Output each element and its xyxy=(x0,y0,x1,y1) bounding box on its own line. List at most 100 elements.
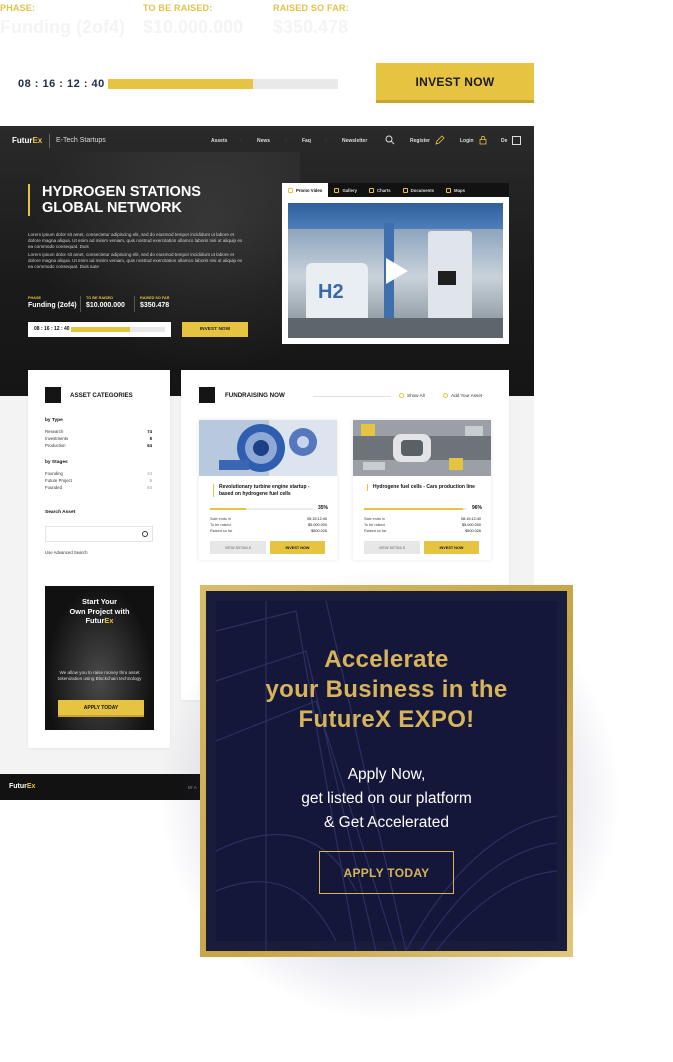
project-title: Revolutionary turbine engine startup - b… xyxy=(213,484,325,497)
hero-phase: PHASE Funding (2of4) xyxy=(28,296,77,309)
tab-maps[interactable]: Maps xyxy=(440,183,471,197)
eye-icon xyxy=(399,393,404,398)
nav-dot: · xyxy=(285,138,287,144)
category-row[interactable]: Investments 8 xyxy=(45,436,152,441)
project-invest-button[interactable]: INVEST NOW xyxy=(270,541,325,554)
login-link[interactable]: Login xyxy=(460,138,474,144)
hero-progress-fill xyxy=(71,327,131,332)
gallery-icon xyxy=(334,187,340,193)
station-canopy xyxy=(288,203,503,229)
language-switch[interactable]: De xyxy=(501,138,507,144)
nav-newsletter[interactable]: Newsletter xyxy=(342,138,367,144)
play-icon[interactable] xyxy=(386,258,408,284)
asset-categories-card: ASSET CATEGORIES by Type Research 74 Inve… xyxy=(28,370,170,748)
tab-charts[interactable]: Charts xyxy=(363,183,397,197)
category-row[interactable]: Founding 24 xyxy=(45,471,152,476)
search-icon[interactable] xyxy=(142,531,148,537)
car-production-image xyxy=(353,420,491,476)
project-card[interactable]: Hydrogene fuel cells - Cars production l… xyxy=(353,420,491,560)
project-card[interactable]: Revolutionary turbine engine startup - b… xyxy=(199,420,337,560)
category-row[interactable]: Founded 64 xyxy=(45,485,152,490)
funding-progress-bar xyxy=(108,79,338,89)
map-icon xyxy=(446,187,452,193)
media-tabs: Promo Video Gallery Charts Documents Map… xyxy=(282,183,509,197)
nav-dot: · xyxy=(325,138,327,144)
project-progress-fill xyxy=(210,508,247,510)
nav-dot: · xyxy=(240,138,242,144)
hero-title: HYDROGEN STATIONS GLOBAL NETWORK xyxy=(28,184,258,216)
list-icon xyxy=(45,387,61,403)
tab-promo-video[interactable]: Promo Video xyxy=(282,183,329,197)
hero-invest-button[interactable]: INVEST NOW xyxy=(182,322,248,337)
project-progress-bar xyxy=(210,508,313,510)
promo-apply-button[interactable]: APPLY TODAY xyxy=(58,700,144,717)
view-details-button[interactable]: VIEW DETAILS xyxy=(210,541,266,554)
invest-now-button[interactable]: INVEST NOW xyxy=(376,63,534,103)
project-progress-bar xyxy=(364,508,467,510)
by-stages-heading: by Stages xyxy=(45,460,68,465)
expo-text: Apply Now, get listed on our platform & … xyxy=(301,766,472,831)
raised-so-far-value: $350.478 xyxy=(273,17,349,37)
by-type-heading: by Type xyxy=(45,418,63,423)
turbine-engine-image xyxy=(199,420,337,476)
station-floor xyxy=(288,318,503,338)
logo[interactable]: FuturEx xyxy=(12,136,42,145)
nav-assets[interactable]: Assets xyxy=(211,138,227,144)
add-asset-link[interactable]: Add Your Asset xyxy=(443,393,482,398)
search-asset-label: Search Asset xyxy=(45,510,76,515)
category-row[interactable]: Research 74 xyxy=(45,429,152,434)
media-panel: Promo Video Gallery Charts Documents Map… xyxy=(282,183,509,344)
phase-value: Funding (2of4) xyxy=(0,17,125,37)
tab-documents[interactable]: Documents xyxy=(397,183,440,197)
funding-progress-fill xyxy=(108,79,253,89)
divider xyxy=(80,296,81,312)
hero-countdown: 08 : 16 : 12 : 40 xyxy=(34,326,70,332)
nav-faq[interactable]: Faq xyxy=(302,138,311,144)
project-row: To be raised $5.000.000 xyxy=(364,523,481,527)
view-details-button[interactable]: VIEW DETAILS xyxy=(364,541,420,554)
edit-icon xyxy=(443,393,448,398)
flag-icon[interactable] xyxy=(512,136,521,145)
promo-heading: Start Your Own Project with FuturEx xyxy=(69,597,130,625)
expo-apply-button[interactable]: APPLY TODAY xyxy=(319,851,454,894)
category-row[interactable]: Production 64 xyxy=(45,443,152,448)
hero-section: FuturEx E-Tech Startups Assets · News · … xyxy=(0,126,534,396)
project-invest-button[interactable]: INVEST NOW xyxy=(424,541,479,554)
lock-icon[interactable] xyxy=(478,135,488,145)
divider xyxy=(134,296,135,312)
expo-heading: Accelerate your Business in the FutureX … xyxy=(265,646,508,733)
footer-logo[interactable]: FuturEx xyxy=(9,783,35,790)
advanced-search-link[interactable]: Use Advanced Search xyxy=(45,550,88,555)
top-navbar: FuturEx E-Tech Startups Assets · News · … xyxy=(0,126,534,156)
hero-description: Lorem ipsum dolor sit amet, consectetur … xyxy=(28,232,243,270)
project-percent: 96% xyxy=(471,505,482,511)
show-all-link[interactable]: Show All xyxy=(399,393,425,398)
pencil-icon[interactable] xyxy=(435,135,445,145)
project-row: Raised so far $500.026 xyxy=(364,529,481,533)
project-title: Hydrogene fuel cells - Cars production l… xyxy=(367,484,479,491)
search-icon[interactable] xyxy=(385,135,395,145)
register-link[interactable]: Register xyxy=(410,138,430,144)
promo-text: We allow you to raise money thru asset t… xyxy=(57,670,142,682)
nav-news[interactable]: News xyxy=(257,138,270,144)
expo-banner: Accelerate your Business in the FutureX … xyxy=(200,585,573,957)
hero-progress-bar xyxy=(71,327,165,332)
phase-label: PHASE: xyxy=(0,3,36,13)
download-icon xyxy=(402,187,408,193)
project-progress-fill xyxy=(364,508,463,510)
promo-video[interactable]: H2 xyxy=(288,203,503,338)
home-icon xyxy=(199,387,215,403)
hero-raised-so-far: RAISED SO FAR $350.478 xyxy=(140,296,170,309)
divider xyxy=(313,396,391,397)
countdown-timer: 08 : 16 : 12 : 40 xyxy=(18,78,105,90)
hero-timer-box: 08 : 16 : 12 : 40 xyxy=(28,322,171,337)
search-asset-input[interactable] xyxy=(45,526,153,542)
raised-so-far-label: RAISED SO FAR: xyxy=(273,3,349,13)
fundraising-title: FUNDRAISING NOW xyxy=(225,392,285,399)
asset-categories-title: ASSET CATEGORIES xyxy=(70,392,133,399)
project-percent: 35% xyxy=(317,505,328,511)
category-row[interactable]: Future Project 9 xyxy=(45,478,152,483)
project-row: Sale ends in 08:15:12:40 xyxy=(364,517,481,521)
tab-gallery[interactable]: Gallery xyxy=(328,183,363,197)
to-be-raised-value: $10.000.000 xyxy=(143,17,244,37)
